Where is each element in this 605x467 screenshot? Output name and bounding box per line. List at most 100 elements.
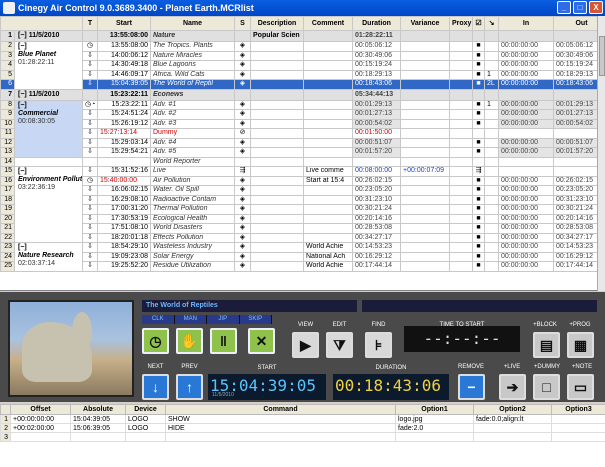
status-icon[interactable]: ◈	[234, 79, 251, 90]
command-cell[interactable]: 15:06:39:05	[70, 423, 126, 433]
command-cell[interactable]: logo.jpg	[395, 414, 474, 424]
check-cell[interactable]: ■	[472, 79, 485, 90]
row-number[interactable]: 14	[0, 156, 15, 167]
out-cell[interactable]: 00:05:06:12	[553, 41, 597, 52]
proxy-cell[interactable]	[449, 175, 473, 186]
command-cell[interactable]	[10, 432, 71, 442]
out-cell[interactable]: 00:26:02:15	[553, 175, 597, 186]
start-cell[interactable]: 14:46:09:17	[97, 69, 151, 80]
row-number[interactable]: 8	[0, 99, 15, 110]
out-cell[interactable]: 00:23:05:20	[553, 185, 597, 196]
check-cell[interactable]: ■	[472, 242, 485, 253]
marker-cell[interactable]	[484, 223, 499, 234]
playlist-row[interactable]: 2 [−] Blue Planet 01:28:22:11 ◷ 13:55:08:00 Th…	[0, 41, 597, 90]
in-cell[interactable]: 00:00:00:00	[498, 41, 554, 52]
command-row[interactable]: 3	[0, 432, 605, 442]
playlist-row[interactable]: 3 ⇩ 14:00:06:12 Nature Miracles ◈ 00:30:49:06…	[0, 50, 597, 61]
comment-cell[interactable]	[303, 156, 353, 167]
row-number[interactable]: 10	[0, 118, 15, 129]
block-header[interactable]	[14, 156, 83, 167]
start-cell[interactable]: 15:40:00:00	[97, 175, 151, 186]
out-cell[interactable]: 00:00:51:07	[553, 137, 597, 148]
in-cell[interactable]: 00:00:00:00	[498, 118, 554, 129]
column-header[interactable]: ↘	[484, 16, 499, 31]
row-number[interactable]: 4	[0, 60, 15, 71]
status-icon[interactable]: ◈	[234, 242, 251, 253]
type-icon[interactable]: ⇩	[82, 185, 98, 196]
start-cell[interactable]: 13:55:08:00	[97, 30, 151, 42]
in-cell[interactable]	[498, 30, 554, 42]
variance-cell[interactable]	[400, 232, 450, 243]
playlist-row[interactable]: 15[−]Environment Pollution03:22:36:19⇩15…	[0, 166, 597, 243]
command-cell[interactable]	[395, 432, 474, 442]
playlist-row[interactable]: 5 ⇩ 14:46:09:17 Africa. Wild Cats ◈ 00:18:29:…	[0, 69, 597, 80]
duration-cell[interactable]: 00:18:29:13	[352, 69, 401, 80]
description-cell[interactable]	[250, 166, 304, 177]
duration-cell[interactable]: 00:01:29:13	[352, 99, 401, 110]
maximize-button[interactable]: □	[573, 1, 587, 14]
playlist-row[interactable]: 7 [−] 11/5/2010 15:23:22:11 Econews 05:34:44…	[0, 88, 597, 101]
type-icon[interactable]: ⇩	[82, 204, 98, 215]
command-grid[interactable]: Offset Absolute Device Command Option1 Option…	[0, 404, 605, 467]
playlist-scrollbar[interactable]	[597, 16, 605, 291]
start-cell[interactable]: 13:55:08:00	[97, 41, 151, 52]
command-column-header[interactable]: Absolute	[70, 404, 126, 415]
description-cell[interactable]	[250, 118, 304, 129]
status-icon[interactable]: ◈	[234, 60, 251, 71]
name-cell[interactable]: Africa. Wild Cats	[150, 69, 235, 80]
playlist-row[interactable]: 11⇩15:27:13:14Dummy⊘00:01:50:004:3	[0, 128, 597, 139]
variance-cell[interactable]	[400, 99, 450, 110]
description-cell[interactable]	[250, 175, 304, 186]
playlist-row[interactable]: 20 ⇩ 17:30:53:19 Ecological Health ◈ 00:20:14…	[0, 213, 597, 224]
mode-clk[interactable]: CLK	[142, 315, 175, 324]
check-cell[interactable]: ■	[472, 204, 485, 215]
out-cell[interactable]: 00:20:14:16	[553, 213, 597, 224]
row-number[interactable]: 22	[0, 232, 15, 243]
check-cell[interactable]: ■	[472, 213, 485, 224]
proxy-cell[interactable]	[449, 88, 473, 101]
proxy-cell[interactable]	[449, 60, 473, 71]
description-cell[interactable]	[250, 251, 304, 262]
marker-cell[interactable]	[484, 194, 499, 205]
column-header[interactable]: Name	[150, 16, 235, 31]
marker-cell[interactable]	[484, 50, 499, 61]
status-icon[interactable]	[234, 156, 251, 167]
out-cell[interactable]: 00:00:54:02	[553, 118, 597, 129]
status-icon[interactable]: ◈	[234, 50, 251, 61]
variance-cell[interactable]	[400, 213, 450, 224]
out-cell[interactable]: 00:31:23:10	[553, 194, 597, 205]
name-cell[interactable]: Residue Utilization	[150, 261, 235, 272]
proxy-cell[interactable]	[449, 223, 473, 234]
playlist-row[interactable]: 16 ◷ 15:40:00:00 Air Pollution ◈ Start at 15:…	[0, 175, 597, 186]
marker-cell[interactable]: 1	[484, 99, 499, 110]
comment-cell[interactable]: National Ach	[303, 251, 353, 262]
check-cell[interactable]: ■	[472, 261, 485, 272]
in-cell[interactable]: 00:00:00:00	[498, 175, 554, 186]
in-cell[interactable]: 00:00:00:00	[498, 194, 554, 205]
start-cell[interactable]: 15:24:51:24	[97, 109, 151, 120]
command-column-header[interactable]: Option3	[551, 404, 605, 415]
row-number[interactable]: 5	[0, 69, 15, 80]
check-cell[interactable]: ■	[472, 251, 485, 262]
find-button[interactable]: ⊧	[365, 332, 392, 358]
duration-cell[interactable]: 00:34:27:17	[352, 232, 401, 243]
duration-cell[interactable]: 00:20:14:16	[352, 213, 401, 224]
comment-cell[interactable]: World Achie	[303, 261, 353, 272]
name-cell[interactable]: World Disasters	[150, 223, 235, 234]
type-icon[interactable]: ⇩	[82, 232, 98, 243]
variance-cell[interactable]	[400, 204, 450, 215]
proxy-cell[interactable]	[449, 232, 473, 243]
command-cell[interactable]: 2	[0, 423, 11, 433]
check-cell[interactable]: ■	[472, 41, 485, 52]
playlist-row[interactable]: 9 ⇩ 15:24:51:24 Adv. #2 ◈ 00:01:27:13 ■ 00:00:0…	[0, 109, 597, 120]
proxy-cell[interactable]	[449, 79, 473, 90]
variance-cell[interactable]	[400, 156, 450, 167]
name-cell[interactable]: Solar Energy	[150, 251, 235, 262]
marker-cell[interactable]	[484, 251, 499, 262]
jip-mode-button[interactable]: ‖	[210, 328, 237, 354]
type-icon[interactable]: ⇩	[82, 194, 98, 205]
marker-cell[interactable]	[484, 128, 499, 139]
start-cell[interactable]: 15:29:54:21	[97, 147, 151, 158]
add-live-button[interactable]: ➔	[499, 374, 526, 400]
command-cell[interactable]: LOGO	[125, 423, 166, 433]
